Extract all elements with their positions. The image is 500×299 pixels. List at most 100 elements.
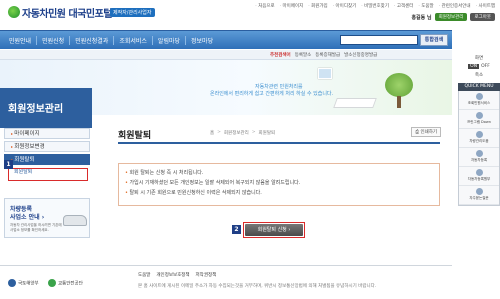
zoom-on-button[interactable]: ON: [468, 64, 480, 69]
util-link-signup[interactable]: 회원가입: [308, 3, 328, 9]
hero-message-line2: 온라인에서 편리하게 쉽고 간편하게 처리 하실 수 있습니다.: [210, 91, 334, 97]
quick-menu-header: QUICK MENU: [458, 83, 500, 91]
sidebar-item-withdraw[interactable]: 회원탈퇴: [4, 154, 90, 165]
breadcrumb: 홈 > 회원정보관리 > 회원탈퇴: [210, 130, 275, 136]
office-guide-banner[interactable]: 차량등록 사업소 안내 › 자동차 관리사업을 하시려면 기존에 사업소 정보를…: [4, 198, 90, 238]
quick-item-registration[interactable]: 자동차등록: [459, 148, 499, 167]
logo-subtitle-badge: 제작자/관리사업자: [110, 8, 155, 17]
zoom-shrink-label[interactable]: 축소: [475, 72, 483, 78]
tree-trunk-illustration: [397, 96, 401, 108]
banner-title-line2: 사업소 안내 ›: [10, 214, 45, 221]
main-content: 회원탈퇴 홈 > 회원정보관리 > 회원탈퇴 ⎙ 인쇄하기 회원 탈퇴는 신청 …: [100, 115, 445, 265]
nav-item-guide[interactable]: 민원안내: [4, 36, 38, 45]
quick-menu: 화면 ON OFF 축소 QUICK MENU 조회민원서비스 프린그램 Dow…: [458, 55, 500, 295]
util-link-find-id[interactable]: 아이디찾기: [333, 3, 357, 9]
title-divider: [118, 142, 440, 144]
nav-item-notice[interactable]: 알림마당: [153, 36, 187, 45]
quick-item-label: 차량관리도움: [469, 139, 489, 143]
quick-item-download[interactable]: 프린그램 Down: [459, 110, 499, 129]
step-marker-1: 1: [4, 160, 13, 169]
quick-item-label: 조회민원서비스: [467, 101, 491, 105]
nav-item-lookup[interactable]: 조회서비스: [114, 36, 153, 45]
book-illustration: [333, 98, 377, 108]
logout-button[interactable]: 로그아웃: [470, 13, 495, 21]
site-header: 자동차민원 대국민포털 제작자/관리사업자 처음으로 마이페이지 회원가입 아이…: [0, 0, 500, 30]
lookup-icon: [475, 93, 483, 100]
quick-item-label: 프린그램 Down: [467, 120, 491, 124]
search-input[interactable]: [340, 35, 418, 45]
util-link-mypage[interactable]: 마이페이지: [280, 3, 304, 9]
vehicle-icon: [475, 131, 483, 138]
nav-item-results[interactable]: 민원신청결과: [70, 36, 115, 45]
breadcrumb-home[interactable]: 홈: [210, 130, 214, 136]
banner-description: 자동차 관리사업을 하시려면 기존에 사업소 정보를 확인하세요.: [10, 223, 62, 232]
tree-illustration: [385, 73, 413, 97]
quick-item-label: 자동차등록원부: [467, 177, 491, 181]
util-link-support[interactable]: 고객센터: [394, 3, 414, 9]
breadcrumb-separator-icon: >: [217, 130, 221, 135]
step-marker-2: 2: [232, 225, 241, 234]
user-bar: 홍길동 님 회원정보관리 로그아웃: [411, 13, 495, 21]
user-name: 홍길동 님: [411, 14, 432, 21]
footer-link-privacy[interactable]: 개인정보보호정책: [156, 272, 189, 278]
main-nav: 민원안내 민원신청 민원신청결과 조회서비스 알림마당 정보마당 통합검색: [0, 30, 452, 49]
keyword-link[interactable]: 등록말소: [295, 52, 312, 58]
util-link-home[interactable]: 처음으로: [255, 3, 275, 9]
document-icon: [475, 169, 483, 176]
notice-line: 가입시 기재하셨던 모든 개인정보는 일괄 삭제되어 복구되지 않음을 알려드립…: [125, 178, 433, 188]
quick-menu-list: 조회민원서비스 프린그램 Down 차량관리도움 자동차등록 자동차등록원부 자…: [458, 91, 500, 206]
car-icon: [63, 215, 87, 226]
site-footer: 국토해양부 교통안전공단 도움말 개인정보보호정책 저작권정책 본 홈 사이트에…: [0, 265, 452, 299]
registration-icon: [475, 150, 483, 157]
notice-line: 회원 탈퇴는 신청 즉 시 처리됩니다.: [125, 168, 433, 178]
highlight-box-1: [8, 168, 88, 181]
footer-links: 도움말 개인정보보호정책 저작권정책: [138, 272, 216, 278]
util-link-help[interactable]: 도움말: [418, 3, 433, 9]
nav-item-info[interactable]: 정보마당: [186, 36, 218, 45]
util-link-sitemap[interactable]: 사이트맵: [476, 3, 495, 9]
footer-link-copyright[interactable]: 저작권정책: [196, 272, 217, 278]
breadcrumb-section[interactable]: 회원정보관리: [224, 130, 249, 136]
sidebar-title: 회원정보관리: [8, 104, 64, 115]
footer-copyright: 본 홈 사이트에 게시된 이메일 주소가 자동 수집되는것을 거부하며, 위반시…: [138, 284, 377, 289]
quick-item-label: 자동차등록: [470, 158, 488, 162]
zoom-label: 화면: [474, 56, 484, 61]
photo-frame-illustration: [318, 68, 332, 79]
footer-logo-ts[interactable]: 교통안전공단: [48, 279, 83, 287]
site-logo[interactable]: 자동차민원 대국민포털 제작자/관리사업자: [8, 5, 156, 21]
sidebar-header: 회원정보관리: [0, 88, 92, 128]
quick-item-label: 자주묻는질문: [469, 196, 489, 200]
highlight-box-2: [243, 222, 305, 238]
faq-icon: [475, 188, 483, 195]
nav-item-apply[interactable]: 민원신청: [37, 36, 71, 45]
sidebar-item-edit-info[interactable]: 회원정보변경: [4, 141, 90, 152]
keyword-bar: 추천검색어 등록말소 등록증재발급 발소신청중명발급: [0, 50, 452, 60]
member-info-button[interactable]: 회원정보관리: [434, 13, 468, 21]
breadcrumb-current: 회원탈퇴: [258, 131, 276, 136]
quick-item-register-record[interactable]: 자동차등록원부: [459, 167, 499, 186]
util-link-cert[interactable]: 관련인증서안내: [439, 3, 471, 9]
footer-logo-ministry[interactable]: 국토해양부: [8, 279, 39, 287]
footer-link-help[interactable]: 도움말: [138, 272, 150, 278]
quick-item-lookup[interactable]: 조회민원서비스: [459, 91, 499, 110]
hero-message-line1: 자동차관련 민원처리를: [255, 84, 303, 90]
keyword-link[interactable]: 등록증재발급: [315, 52, 340, 58]
withdraw-notice-box: 회원 탈퇴는 신청 즉 시 처리됩니다. 가입시 기재하셨던 모든 개인정보는 …: [118, 163, 440, 206]
search-button[interactable]: 통합검색: [420, 34, 448, 46]
download-icon: [475, 112, 483, 119]
quick-item-vehicle-help[interactable]: 차량관리도움: [459, 129, 499, 148]
logo-title: 자동차민원 대국민포털: [22, 9, 112, 20]
utility-nav: 처음으로 마이페이지 회원가입 아이디찾기 비밀번호찾기 고객센터 도움말 관련…: [255, 3, 495, 9]
zoom-off-button[interactable]: OFF: [481, 64, 490, 69]
print-button[interactable]: ⎙ 인쇄하기: [411, 127, 441, 137]
keyword-link[interactable]: 발소신청중명발급: [344, 52, 377, 58]
zoom-control: 화면 ON OFF 축소: [458, 55, 500, 78]
page-title: 회원탈퇴: [118, 131, 152, 141]
recommended-keywords-label: 추천검색어: [270, 53, 291, 58]
breadcrumb-separator-icon: >: [251, 130, 256, 135]
logo-emblem-icon: [8, 6, 20, 18]
util-link-find-pw[interactable]: 비밀번호찾기: [361, 3, 389, 9]
notice-line: 탈퇴 시 기존 회원으로 민원신청하신 이력은 삭제되지 않습니다.: [125, 188, 433, 198]
quick-item-faq[interactable]: 자주묻는질문: [459, 186, 499, 205]
sidebar-item-mypage[interactable]: 마이페이지: [4, 128, 90, 139]
